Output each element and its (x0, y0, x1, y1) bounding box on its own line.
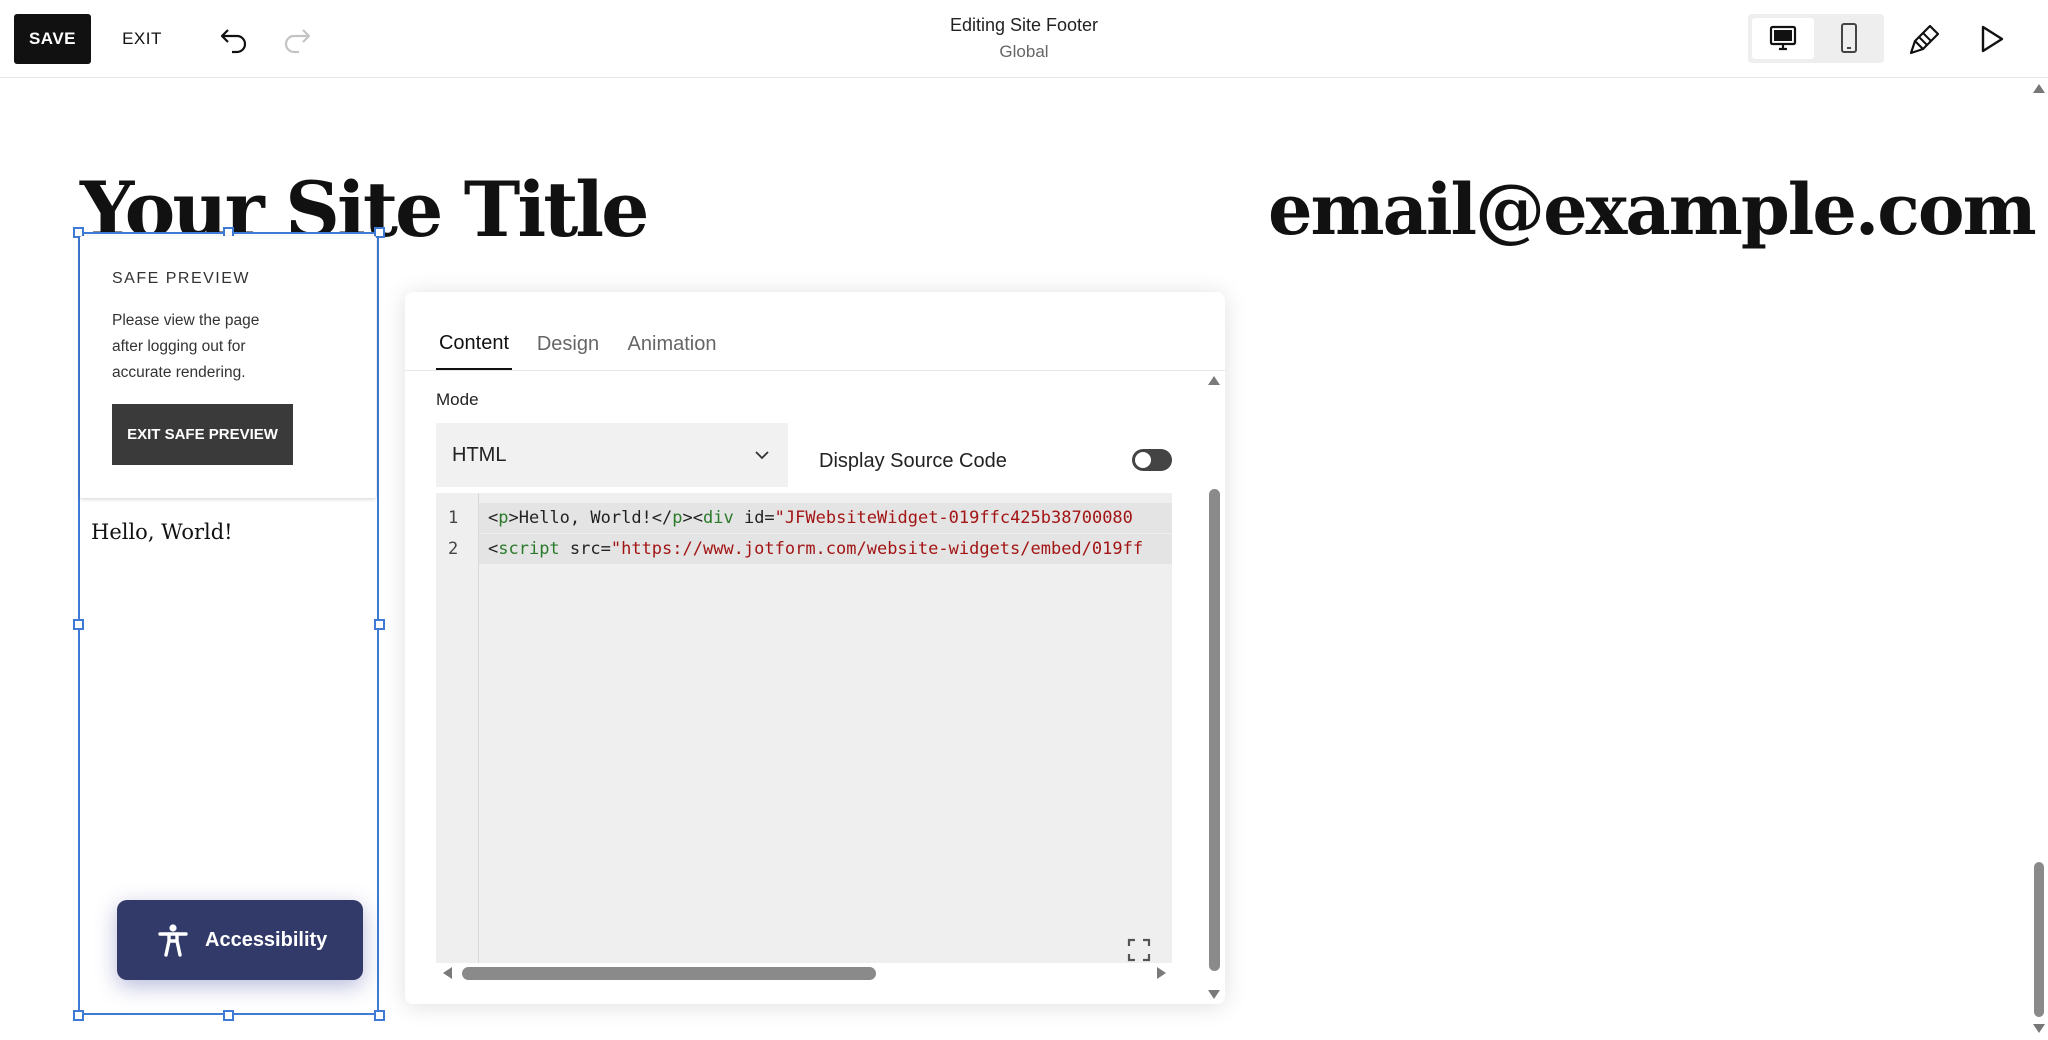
code-token: id= (733, 508, 775, 528)
resize-handle-bottom-right[interactable] (374, 1010, 385, 1021)
code-line[interactable]: <p>Hello, World!</p><div id="JFWebsiteWi… (488, 508, 1133, 528)
page-scroll-thumb[interactable] (2034, 862, 2044, 1017)
line-number-gutter: 1 2 (436, 493, 479, 963)
accessibility-person-icon (158, 924, 188, 957)
block-editor-panel: Content Design Animation Mode HTML Displ… (405, 292, 1225, 1004)
tab-design[interactable]: Design (535, 318, 601, 370)
code-token: < (488, 539, 499, 559)
play-icon[interactable] (1972, 20, 2010, 58)
line-number: 1 (448, 508, 459, 528)
horizontal-scroll-thumb[interactable] (462, 967, 876, 980)
accessibility-label: Accessibility (205, 929, 328, 951)
mode-select[interactable]: HTML (436, 423, 788, 487)
mobile-view-button[interactable] (1818, 18, 1880, 59)
scroll-up-arrow-icon[interactable] (1208, 376, 1220, 385)
scroll-left-arrow-icon[interactable] (443, 967, 452, 979)
mode-label: Mode (436, 390, 479, 409)
code-editor[interactable]: 1 2 <p>Hello, World!</p><div id="JFWebsi… (436, 493, 1172, 963)
safe-preview-card: SAFE PREVIEW Please view the page after … (80, 236, 376, 498)
hello-world-text: Hello, World! (91, 520, 233, 544)
code-token: src= (559, 539, 611, 559)
line-number: 2 (448, 539, 459, 559)
scroll-down-arrow-icon[interactable] (1208, 990, 1220, 999)
display-source-code-toggle[interactable] (1132, 449, 1172, 471)
panel-vertical-scroll-thumb[interactable] (1209, 489, 1220, 971)
mode-value: HTML (452, 444, 507, 466)
code-token: >< (682, 508, 703, 528)
save-button[interactable]: SAVE (14, 14, 91, 64)
code-token: < (488, 508, 499, 528)
editor-tabs: Content Design Animation (405, 292, 1225, 371)
desktop-view-button[interactable] (1752, 18, 1814, 59)
code-token: >Hello, World!</ (508, 508, 673, 528)
display-source-code-label: Display Source Code (819, 450, 1007, 472)
brush-icon[interactable] (1906, 20, 1944, 58)
undo-icon[interactable] (218, 22, 250, 54)
code-token: "https://www.jotform.com/website-widgets… (610, 539, 1144, 559)
safe-preview-heading: SAFE PREVIEW (112, 270, 251, 287)
exit-safe-preview-button[interactable]: EXIT SAFE PREVIEW (112, 404, 293, 465)
editor-toolbar: SAVE EXIT Editing Site Footer Global (0, 0, 2048, 78)
safe-preview-message: Please view the page after logging out f… (112, 312, 260, 381)
tab-content[interactable]: Content (436, 318, 512, 370)
device-switcher (1748, 14, 1884, 63)
mobile-icon (1841, 23, 1857, 53)
code-token: p (672, 508, 683, 528)
code-token: div (703, 508, 734, 528)
tab-animation[interactable]: Animation (623, 318, 721, 370)
site-email[interactable]: email@example.com (1268, 168, 2037, 251)
resize-handle-bottom[interactable] (223, 1010, 234, 1021)
redo-icon[interactable] (281, 22, 313, 54)
code-token: "JFWebsiteWidget-019ffc425b38700080 (774, 508, 1133, 528)
page-scroll-down-arrow-icon[interactable] (2033, 1024, 2045, 1033)
code-line[interactable]: <script src="https://www.jotform.com/web… (488, 539, 1143, 559)
toggle-knob (1135, 452, 1151, 468)
fullscreen-expand-icon[interactable] (1127, 938, 1151, 962)
chevron-down-icon (755, 451, 769, 460)
resize-handle-left[interactable] (73, 619, 84, 630)
page-scroll-up-arrow-icon[interactable] (2033, 84, 2045, 93)
resize-handle-right[interactable] (374, 619, 385, 630)
exit-button[interactable]: EXIT (112, 14, 172, 64)
resize-handle-bottom-left[interactable] (73, 1010, 84, 1021)
scroll-right-arrow-icon[interactable] (1157, 967, 1166, 979)
desktop-icon (1769, 25, 1797, 51)
code-token: script (498, 539, 560, 559)
code-token: p (498, 508, 509, 528)
accessibility-button[interactable]: Accessibility (117, 900, 363, 980)
